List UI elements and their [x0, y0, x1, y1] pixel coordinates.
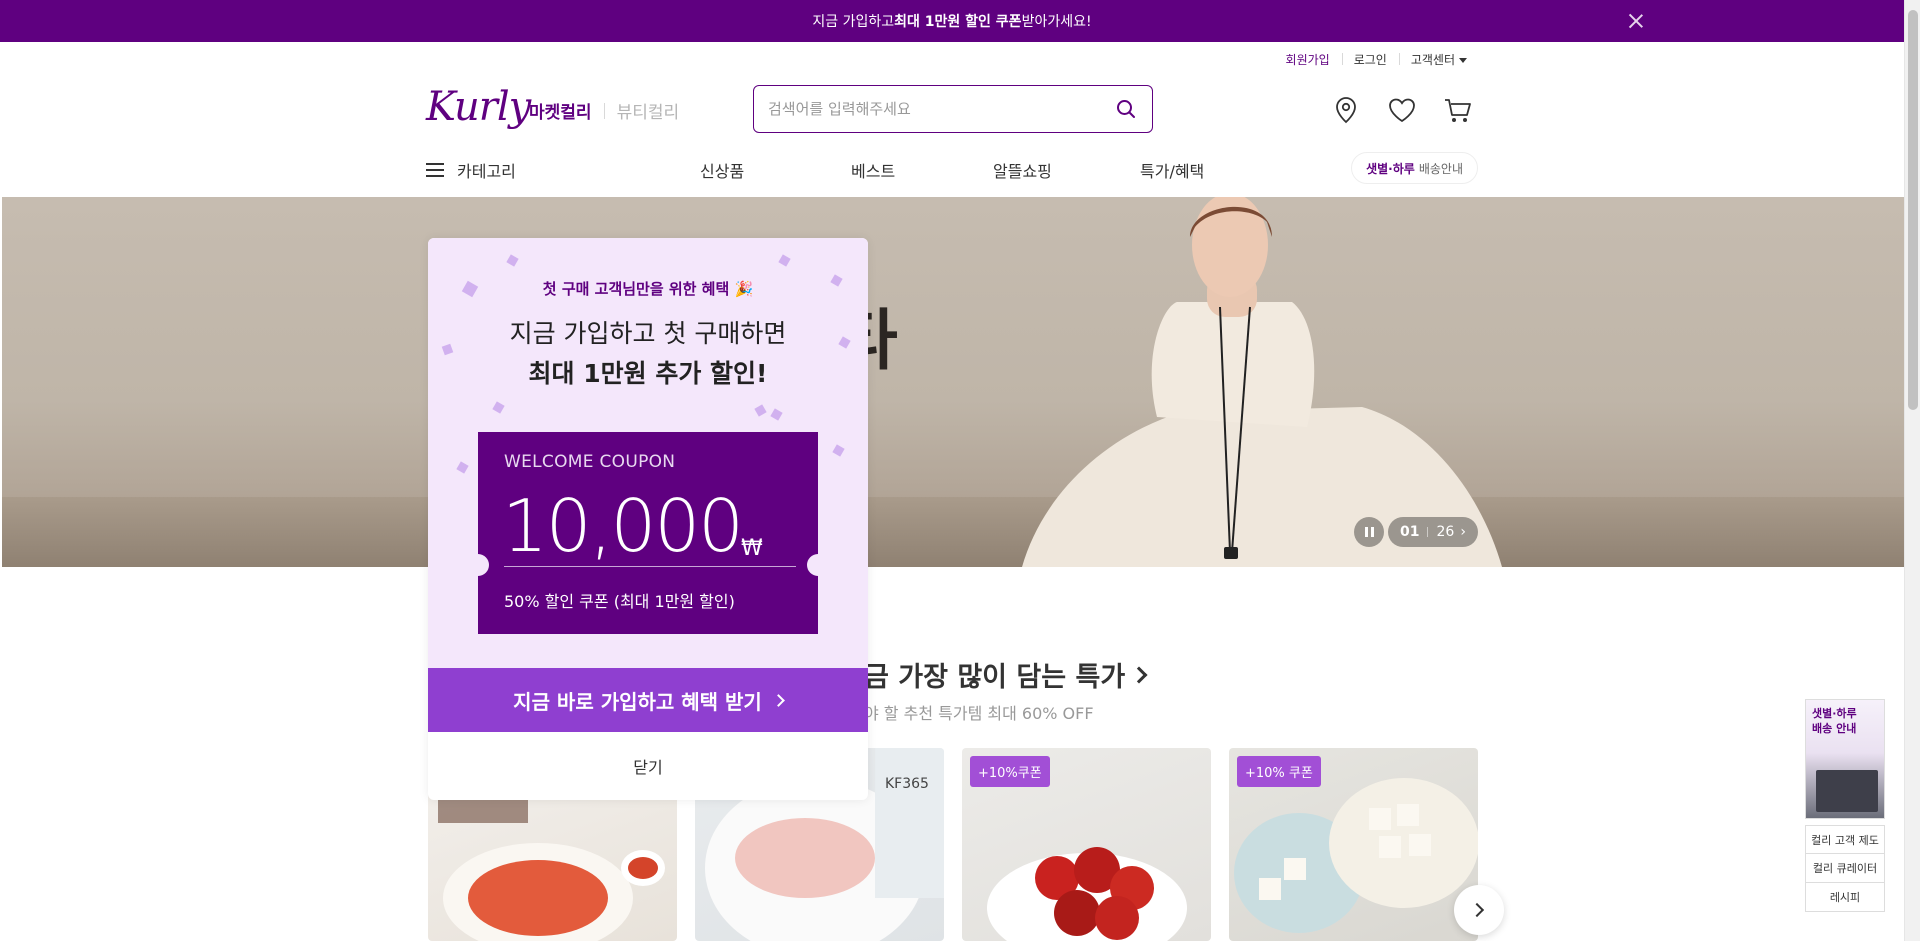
- location-pin-icon[interactable]: [1330, 94, 1362, 126]
- cta-label: 지금 바로 가입하고 혜택 받기: [513, 689, 762, 714]
- coupon-description: 50% 할인 쿠폰 (최대 1만원 할인): [504, 592, 735, 611]
- hero-banner[interactable]: 타 01 26 ›: [2, 197, 1904, 567]
- side-banner-line2: 배송 안내: [1812, 722, 1857, 735]
- hero-model-image: [1022, 197, 1502, 567]
- vertical-scrollbar[interactable]: [1904, 0, 1920, 941]
- nav-bargain[interactable]: 알뜰쇼핑: [993, 158, 1052, 182]
- caret-down-icon: [1459, 58, 1467, 63]
- customer-center-label: 고객센터: [1410, 53, 1455, 67]
- chevron-right-icon: [1130, 666, 1148, 683]
- search-box: [753, 85, 1153, 133]
- promo-text-bold: 최대 1만원 할인 쿠폰: [894, 14, 1022, 30]
- delivery-rest: 배송안내: [1418, 161, 1463, 176]
- customer-center-link[interactable]: 고객센터: [1398, 51, 1479, 68]
- popup-headline: 지금 가입하고 첫 구매하면 최대 1만원 추가 할인!: [428, 314, 868, 394]
- popup-subtitle: 첫 구매 고객님만을 위한 혜택 🎉: [542, 280, 754, 298]
- coupon-notch-right: [807, 554, 829, 576]
- pause-button[interactable]: [1354, 517, 1384, 547]
- utility-links: 회원가입 로그인 고객센터: [1274, 51, 1479, 68]
- coupon-notch-left: [467, 554, 489, 576]
- chevron-right-icon: [771, 693, 785, 707]
- nav-special[interactable]: 특가/혜택: [1140, 158, 1204, 182]
- category-label: 카테고리: [457, 162, 516, 181]
- signup-benefit-button[interactable]: 지금 바로 가입하고 혜택 받기: [428, 668, 868, 732]
- search-icon[interactable]: [1114, 97, 1138, 121]
- hamburger-icon: [426, 163, 444, 177]
- hero-page-total: 26: [1436, 524, 1455, 540]
- welcome-coupon: WELCOME COUPON 10,000 ₩ 50% 할인 쿠폰 (최대 1만…: [467, 432, 829, 634]
- truck-icon: [1816, 770, 1878, 812]
- section-subtitle: 야 할 추천 특가템 최대 60% OFF: [864, 704, 1094, 723]
- side-link-curator[interactable]: 컬리 큐레이터: [1805, 854, 1885, 883]
- hero-pager[interactable]: 01 26 ›: [1388, 517, 1478, 547]
- coupon-currency: ₩: [741, 536, 763, 561]
- popup-body: 첫 구매 고객님만을 위한 혜택 🎉 지금 가입하고 첫 구매하면 최대 1만원…: [428, 238, 868, 668]
- main-nav: 카테고리 신상품 베스트 알뜰쇼핑 특가/혜택 샛별·하루 배송안내: [426, 152, 1478, 188]
- coupon-divider: [504, 566, 796, 567]
- kurly-logo[interactable]: Kurly: [426, 84, 531, 130]
- store-tabs: 마켓컬리 뷰티컬리: [529, 98, 679, 123]
- product-card[interactable]: +10%쿠폰: [962, 748, 1211, 941]
- heart-icon[interactable]: [1386, 94, 1418, 126]
- coupon-amount: 10,000: [502, 484, 744, 568]
- coupon-badge: +10% 쿠폰: [1237, 756, 1321, 787]
- chevron-right-icon: ›: [1460, 524, 1466, 540]
- promo-text-after: 받아가세요!: [1021, 14, 1092, 30]
- coupon-badge: +10%쿠폰: [970, 756, 1050, 787]
- tab-beauty-kurly[interactable]: 뷰티컬리: [617, 98, 680, 123]
- welcome-popup: 첫 구매 고객님만을 위한 혜택 🎉 지금 가입하고 첫 구매하면 최대 1만원…: [428, 238, 868, 800]
- product-card[interactable]: +10% 쿠폰: [1229, 748, 1478, 941]
- nav-new[interactable]: 신상품: [700, 158, 744, 182]
- tab-divider: [603, 102, 605, 119]
- popup-close-button[interactable]: 닫기: [428, 732, 868, 800]
- header-icons: [1330, 94, 1474, 126]
- popup-headline-1: 지금 가입하고 첫 구매하면: [509, 319, 787, 348]
- section-title-text: 금 가장 많이 담는 특가: [864, 662, 1126, 693]
- login-link[interactable]: 로그인: [1341, 51, 1399, 68]
- pager-divider: [1427, 527, 1429, 537]
- svg-text:KF365: KF365: [885, 776, 929, 792]
- coupon-label: WELCOME COUPON: [504, 452, 676, 472]
- section-title[interactable]: 금 가장 많이 담는 특가: [864, 655, 1148, 694]
- hero-controls: 01 26 ›: [1354, 517, 1478, 547]
- popup-headline-2: 최대 1만원 추가 할인!: [528, 359, 768, 388]
- side-link-membership[interactable]: 컬리 고객 제도: [1805, 825, 1885, 854]
- promo-text-before: 지금 가입하고: [812, 14, 895, 30]
- nav-best[interactable]: 베스트: [851, 158, 895, 182]
- side-link-recipe[interactable]: 레시피: [1805, 883, 1885, 912]
- scrollbar-thumb[interactable]: [1908, 10, 1918, 410]
- signup-link[interactable]: 회원가입: [1274, 51, 1342, 68]
- hero-floor: [2, 497, 1904, 567]
- cart-icon[interactable]: [1442, 94, 1474, 126]
- carousel-next-button[interactable]: [1454, 885, 1504, 935]
- tab-market-kurly[interactable]: 마켓컬리: [529, 98, 592, 123]
- delivery-info-button[interactable]: 샛별·하루 배송안내: [1351, 152, 1478, 184]
- side-widget: 샛별·하루 배송 안내 컬리 고객 제도 컬리 큐레이터 레시피: [1805, 699, 1885, 912]
- category-menu[interactable]: 카테고리: [426, 158, 516, 182]
- promo-bar: 지금 가입하고 최대 1만원 할인 쿠폰 받아가세요!: [0, 0, 1904, 42]
- delivery-bold: 샛별·하루: [1366, 161, 1415, 176]
- hero-page-current: 01: [1400, 524, 1420, 540]
- page: 지금 가입하고 최대 1만원 할인 쿠폰 받아가세요! 회원가입 로그인 고객센…: [0, 0, 1920, 941]
- close-icon[interactable]: [1626, 11, 1646, 31]
- search-input[interactable]: [768, 100, 1114, 118]
- delivery-banner[interactable]: 샛별·하루 배송 안내: [1805, 699, 1885, 819]
- side-banner-line1: 샛별·하루: [1812, 707, 1857, 720]
